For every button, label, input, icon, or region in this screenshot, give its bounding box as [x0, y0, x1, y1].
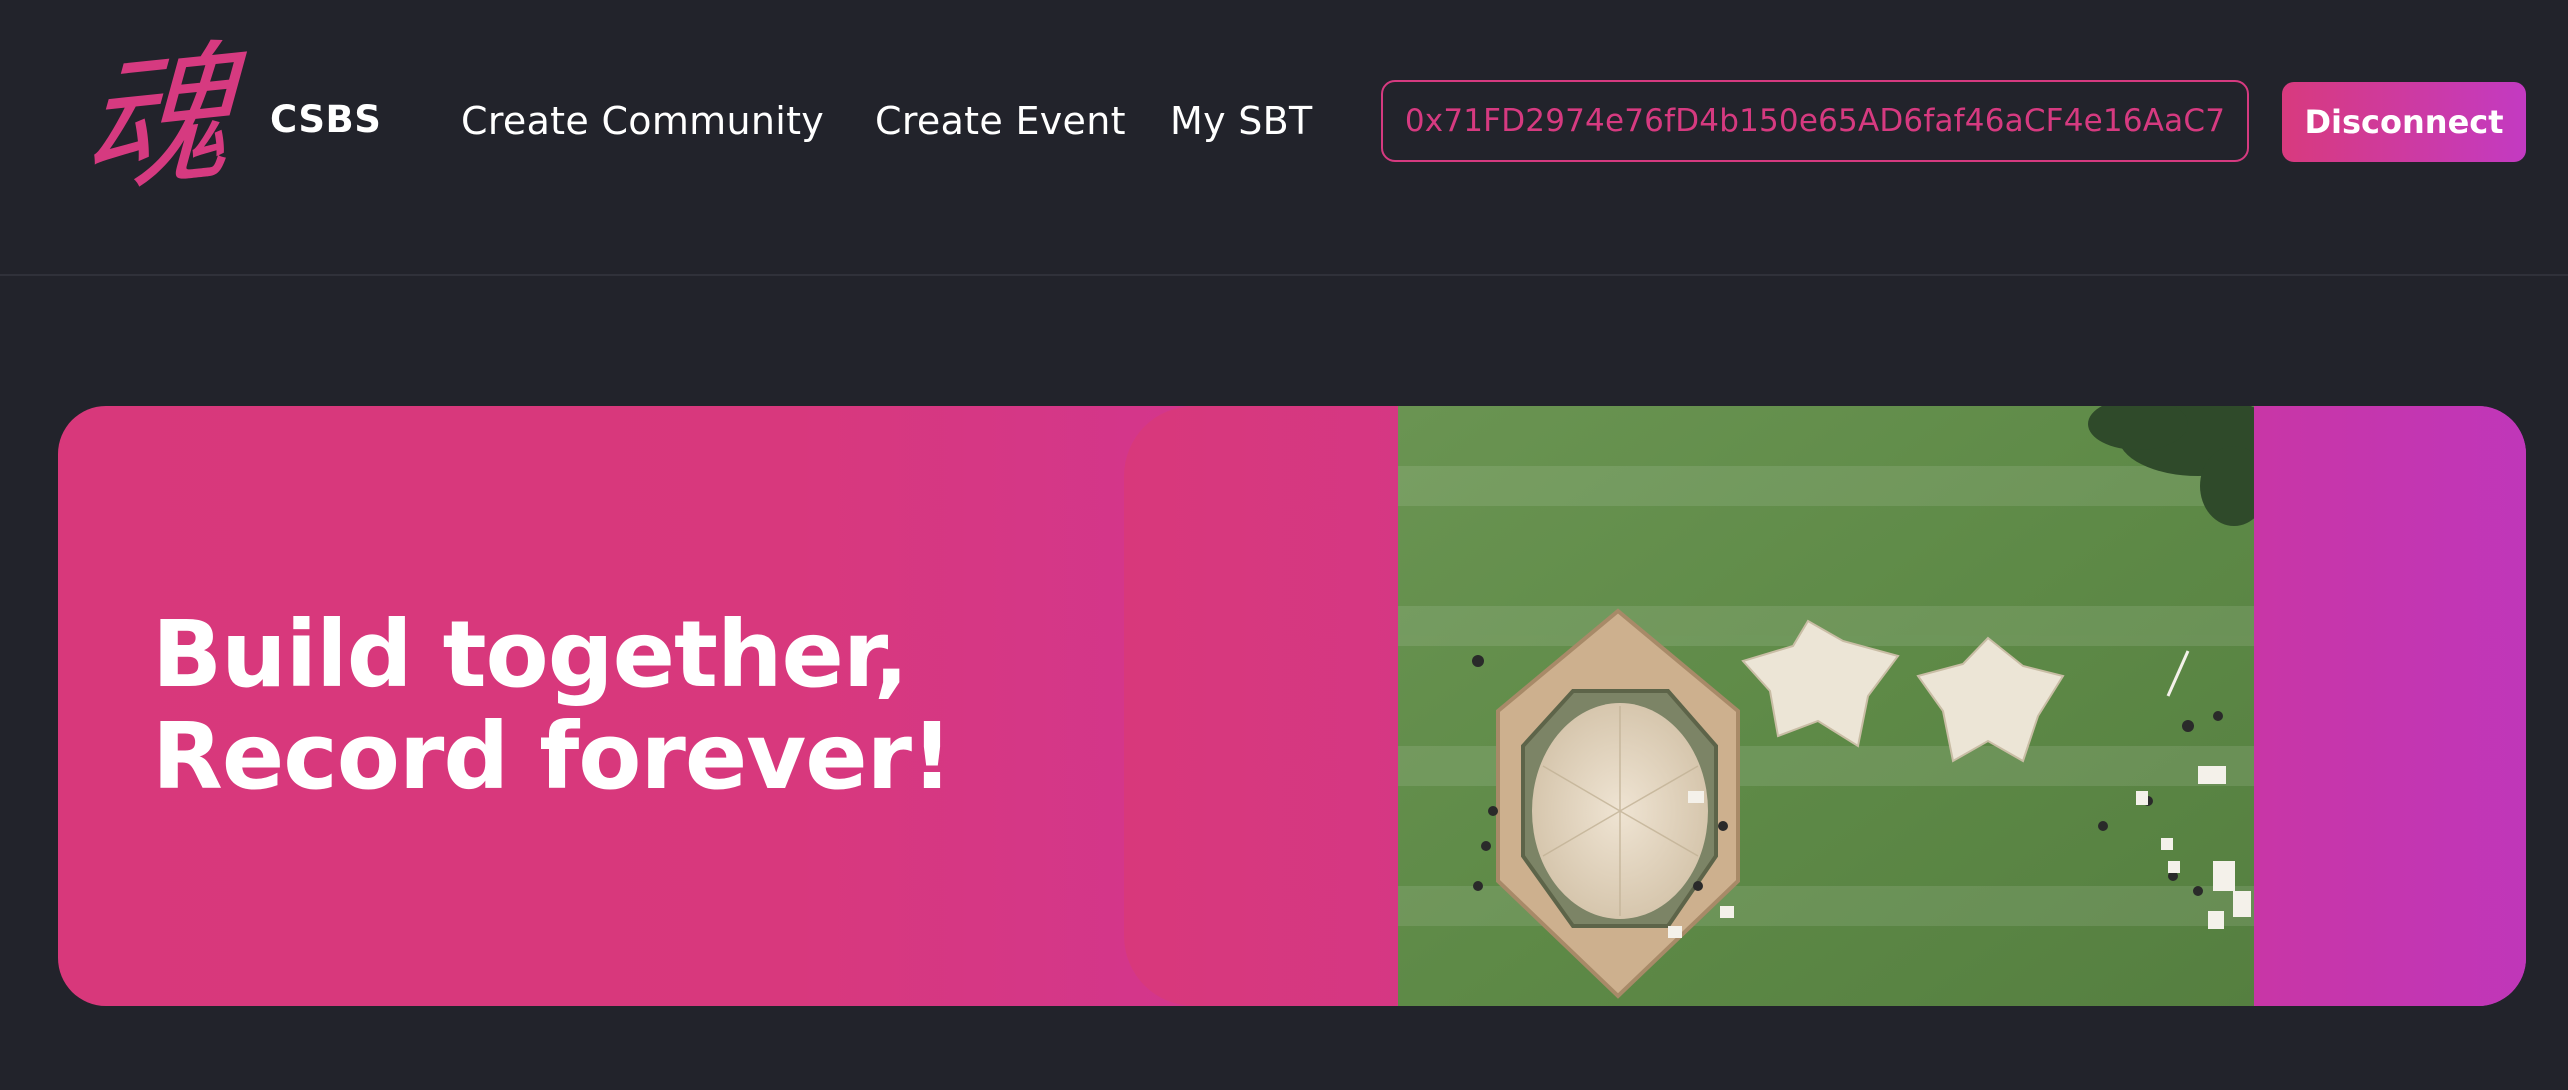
hero-headline: Build together, Record forever!: [152, 601, 953, 810]
logo[interactable]: 魂: [62, 25, 252, 216]
top-navbar: 魂 CSBS Create Community Create Event My …: [0, 0, 2568, 276]
hero-headline-line1: Build together,: [152, 601, 909, 708]
hero-banner: Build together, Record forever!: [58, 406, 2526, 1006]
hero-image: [1398, 406, 2254, 1006]
brand-name[interactable]: CSBS: [270, 98, 381, 141]
hero-headline-line2: Record forever!: [152, 703, 953, 810]
logo-icon: 魂: [79, 25, 235, 217]
nav-my-sbt[interactable]: My SBT: [1170, 99, 1313, 143]
wallet-address[interactable]: 0x71FD2974e76fD4b150e65AD6faf46aCF4e16Aa…: [1381, 80, 2249, 162]
disconnect-button[interactable]: Disconnect: [2282, 82, 2526, 162]
app-root: 魂 CSBS Create Community Create Event My …: [0, 0, 2568, 1090]
nav-create-community[interactable]: Create Community: [461, 99, 824, 143]
nav-create-event[interactable]: Create Event: [875, 99, 1126, 143]
